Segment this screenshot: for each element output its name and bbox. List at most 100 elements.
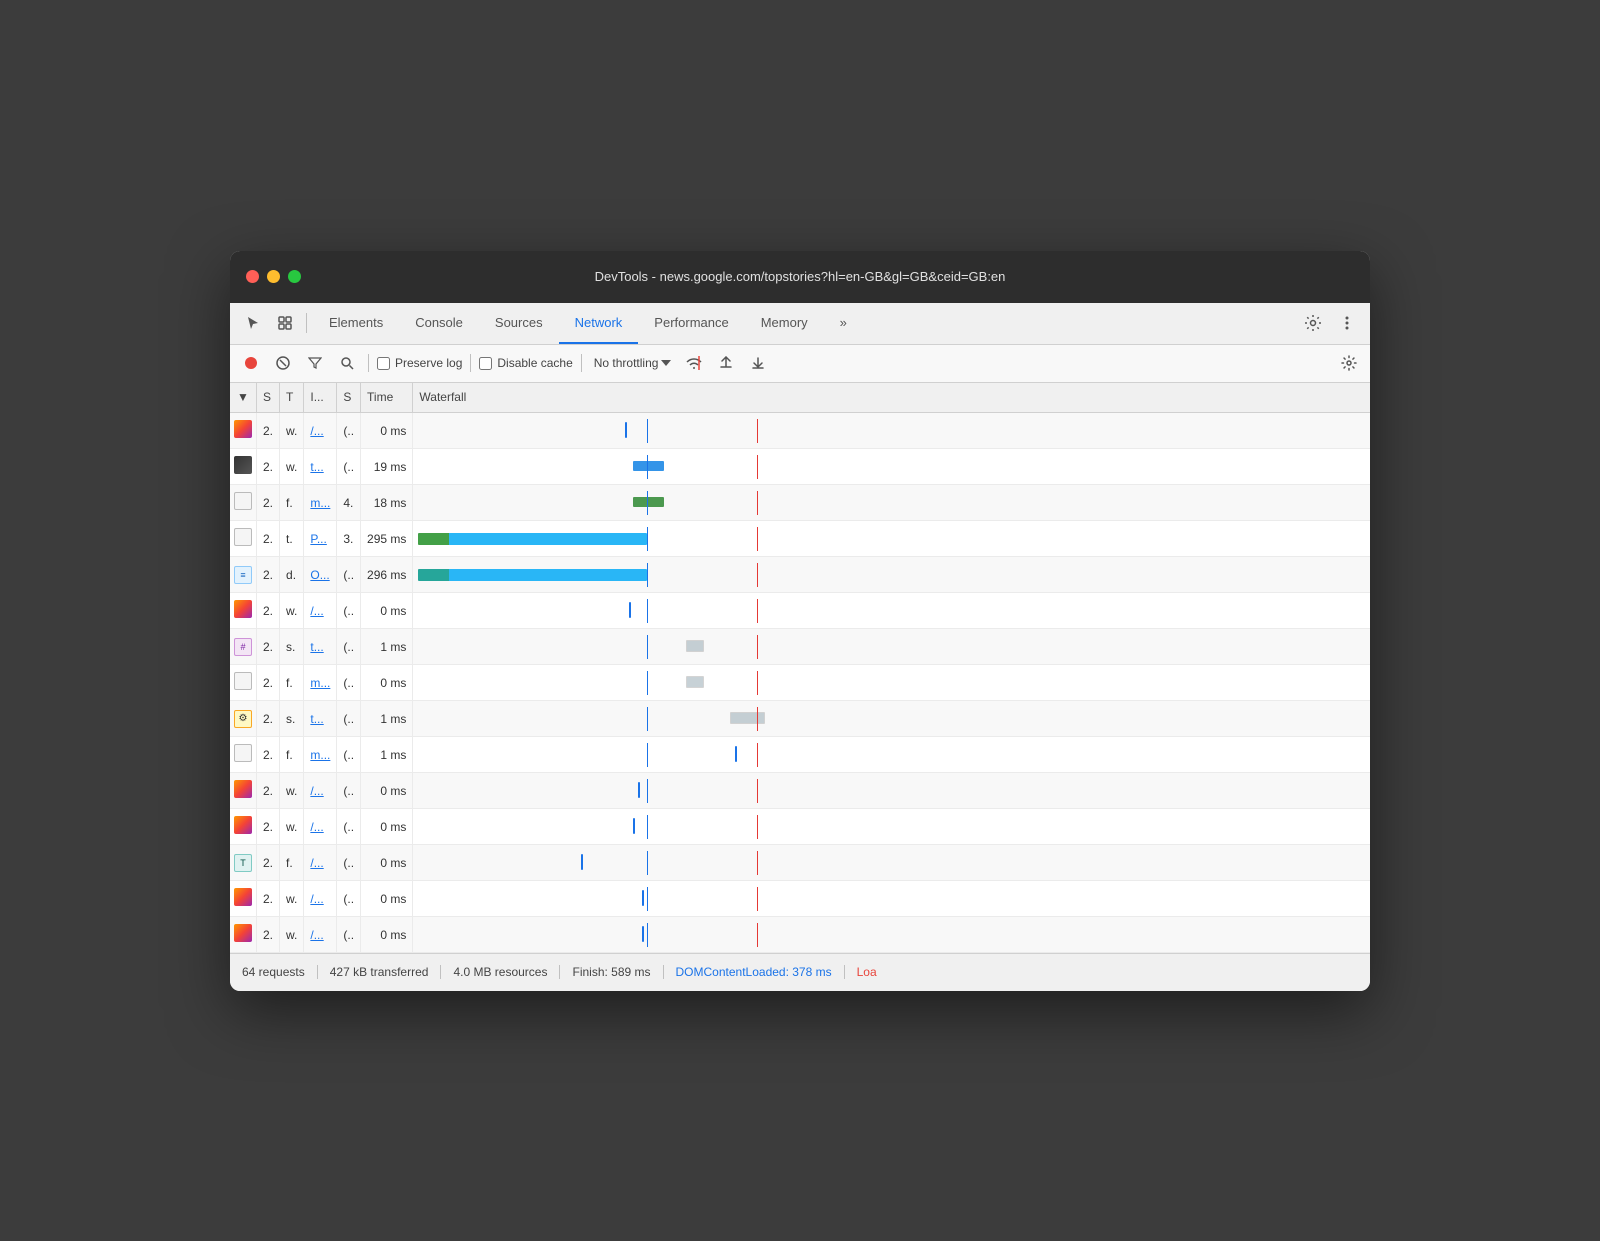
table-row[interactable]: # 2. s. t... (.. 1 ms [230, 629, 1370, 665]
cell-col1: 2. [257, 557, 280, 593]
cell-waterfall [413, 521, 1370, 557]
network-rows: 2. w. /... (.. 0 ms 2. w. t... (.. 19 ms… [230, 413, 1370, 953]
table-row[interactable]: 2. t. P... 3. 295 ms [230, 521, 1370, 557]
cell-waterfall [413, 701, 1370, 737]
tab-bar: Elements Console Sources Network Perform… [313, 302, 1296, 344]
table-row[interactable]: ≡ 2. d. O... (.. 296 ms [230, 557, 1370, 593]
clear-icon [276, 356, 290, 370]
table-row[interactable]: 2. w. /... (.. 0 ms [230, 881, 1370, 917]
tab-memory[interactable]: Memory [745, 302, 824, 344]
cell-time: 0 ms [361, 845, 413, 881]
cell-col1: 2. [257, 809, 280, 845]
minimize-button[interactable] [267, 270, 280, 283]
cell-size: (.. [337, 629, 361, 665]
record-button[interactable] [238, 350, 264, 376]
cell-icon: ⚙ [230, 701, 257, 737]
cell-size: (.. [337, 917, 361, 953]
table-row[interactable]: 2. w. /... (.. 0 ms [230, 809, 1370, 845]
tab-sources[interactable]: Sources [479, 302, 559, 344]
col-header-size[interactable]: S [337, 383, 361, 413]
preserve-log-label[interactable]: Preserve log [377, 356, 462, 370]
col-header-waterfall[interactable]: Waterfall [413, 383, 1370, 413]
upload-icon-btn[interactable] [713, 350, 739, 376]
search-icon [340, 356, 354, 370]
cell-waterfall [413, 449, 1370, 485]
tab-more[interactable]: » [824, 302, 863, 344]
wifi-icon-btn[interactable] [681, 350, 707, 376]
table-row[interactable]: 2. f. m... (.. 0 ms [230, 665, 1370, 701]
tab-performance[interactable]: Performance [638, 302, 744, 344]
maximize-button[interactable] [288, 270, 301, 283]
tab-console[interactable]: Console [399, 302, 479, 344]
close-button[interactable] [246, 270, 259, 283]
net-settings-btn[interactable] [1336, 350, 1362, 376]
kebab-menu-btn[interactable] [1332, 309, 1362, 337]
preserve-log-checkbox[interactable] [377, 357, 390, 370]
table-row[interactable]: 2. w. /... (.. 0 ms [230, 773, 1370, 809]
cell-col2: s. [280, 701, 304, 737]
network-table-container[interactable]: ▼ S T I... S Time Waterfall 2. w. /... (… [230, 383, 1370, 953]
col-header-name[interactable]: I... [304, 383, 337, 413]
cell-waterfall [413, 917, 1370, 953]
status-finish: Finish: 589 ms [560, 965, 663, 979]
disable-cache-checkbox[interactable] [479, 357, 492, 370]
filter-icon [308, 356, 322, 370]
clear-button[interactable] [270, 350, 296, 376]
cursor-icon-btn[interactable] [238, 309, 268, 337]
record-icon [244, 356, 258, 370]
cell-col2: w. [280, 809, 304, 845]
net-divider-2 [470, 354, 471, 372]
cell-size: (.. [337, 737, 361, 773]
status-resources: 4.0 MB resources [441, 965, 560, 979]
toolbar-divider-1 [306, 313, 307, 333]
cell-col2: f. [280, 845, 304, 881]
download-icon-btn[interactable] [745, 350, 771, 376]
cell-name: m... [304, 665, 337, 701]
cell-waterfall [413, 413, 1370, 449]
cell-time: 1 ms [361, 629, 413, 665]
status-transferred: 427 kB transferred [318, 965, 442, 979]
cell-icon [230, 665, 257, 701]
filter-toggle-btn[interactable] [302, 350, 328, 376]
tab-elements[interactable]: Elements [313, 302, 399, 344]
cell-col1: 2. [257, 881, 280, 917]
inspect-icon-btn[interactable] [270, 309, 300, 337]
cell-size: (.. [337, 593, 361, 629]
table-row[interactable]: 2. w. /... (.. 0 ms [230, 413, 1370, 449]
col-header-status-icon[interactable]: ▼ [230, 383, 257, 413]
cell-col1: 2. [257, 917, 280, 953]
col-header-s[interactable]: S [257, 383, 280, 413]
cell-time: 0 ms [361, 917, 413, 953]
col-header-t[interactable]: T [280, 383, 304, 413]
table-row[interactable]: T 2. f. /... (.. 0 ms [230, 845, 1370, 881]
table-row[interactable]: 2. f. m... (.. 1 ms [230, 737, 1370, 773]
cell-size: (.. [337, 413, 361, 449]
cell-icon [230, 917, 257, 953]
cell-icon [230, 773, 257, 809]
cell-col1: 2. [257, 845, 280, 881]
table-row[interactable]: ⚙ 2. s. t... (.. 1 ms [230, 701, 1370, 737]
table-row[interactable]: 2. w. t... (.. 19 ms [230, 449, 1370, 485]
search-button[interactable] [334, 350, 360, 376]
table-row[interactable]: 2. w. /... (.. 0 ms [230, 593, 1370, 629]
cell-size: (.. [337, 665, 361, 701]
table-row[interactable]: 2. w. /... (.. 0 ms [230, 917, 1370, 953]
cell-name: m... [304, 485, 337, 521]
cell-col1: 2. [257, 449, 280, 485]
disable-cache-label[interactable]: Disable cache [479, 356, 572, 370]
net-settings-icon [1341, 355, 1357, 371]
settings-icon-btn[interactable] [1298, 309, 1328, 337]
cell-time: 296 ms [361, 557, 413, 593]
cell-size: 3. [337, 521, 361, 557]
cell-time: 0 ms [361, 665, 413, 701]
table-row[interactable]: 2. f. m... 4. 18 ms [230, 485, 1370, 521]
network-table: ▼ S T I... S Time Waterfall 2. w. /... (… [230, 383, 1370, 953]
status-requests: 64 requests [242, 965, 318, 979]
table-header-row: ▼ S T I... S Time Waterfall [230, 383, 1370, 413]
col-header-time[interactable]: Time [361, 383, 413, 413]
download-icon [751, 356, 765, 370]
cell-col1: 2. [257, 737, 280, 773]
cell-col2: s. [280, 629, 304, 665]
tab-network[interactable]: Network [559, 302, 639, 344]
throttle-select[interactable]: No throttling [590, 354, 676, 372]
